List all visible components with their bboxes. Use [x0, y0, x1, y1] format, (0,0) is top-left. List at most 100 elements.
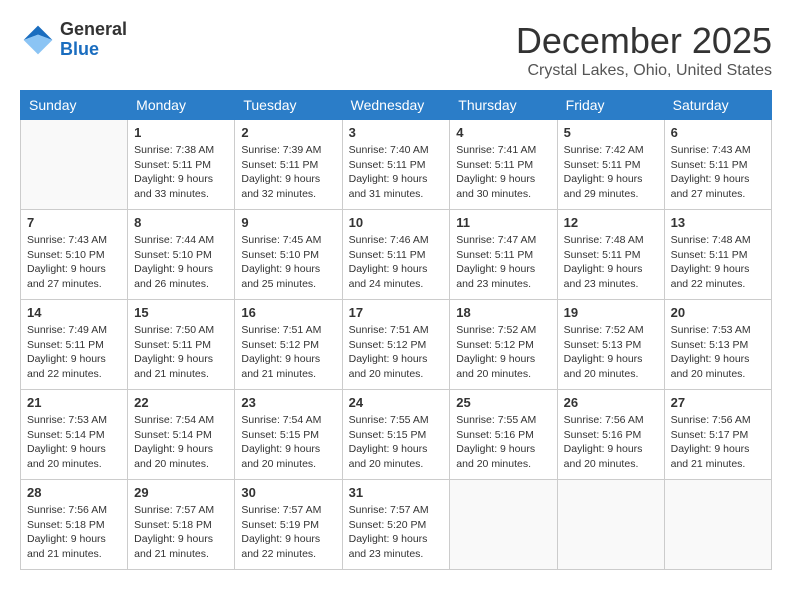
weekday-header: Monday: [128, 91, 235, 120]
day-number: 7: [27, 215, 121, 230]
calendar-cell: 15 Sunrise: 7:50 AM Sunset: 5:11 PM Dayli…: [128, 300, 235, 390]
day-info: Sunrise: 7:48 AM Sunset: 5:11 PM Dayligh…: [564, 233, 658, 292]
day-number: 21: [27, 395, 121, 410]
day-number: 11: [456, 215, 550, 230]
day-info: Sunrise: 7:46 AM Sunset: 5:11 PM Dayligh…: [349, 233, 444, 292]
calendar-cell: [21, 120, 128, 210]
weekday-header: Friday: [557, 91, 664, 120]
calendar-cell: 17 Sunrise: 7:51 AM Sunset: 5:12 PM Dayli…: [342, 300, 450, 390]
calendar-cell: 13 Sunrise: 7:48 AM Sunset: 5:11 PM Dayli…: [664, 210, 771, 300]
calendar-body: 1Sunrise: 7:38 AM Sunset: 5:11 PM Daylig…: [21, 120, 772, 570]
day-number: 29: [134, 485, 228, 500]
month-title: December 2025: [516, 20, 772, 62]
day-info: Sunrise: 7:51 AM Sunset: 5:12 PM Dayligh…: [349, 323, 444, 382]
day-number: 9: [241, 215, 335, 230]
calendar-cell: 5 Sunrise: 7:42 AM Sunset: 5:11 PM Daylig…: [557, 120, 664, 210]
calendar-cell: 12 Sunrise: 7:48 AM Sunset: 5:11 PM Dayli…: [557, 210, 664, 300]
day-number: 10: [349, 215, 444, 230]
day-number: 24: [349, 395, 444, 410]
calendar-cell: 30 Sunrise: 7:57 AM Sunset: 5:19 PM Dayli…: [235, 480, 342, 570]
calendar-cell: 31 Sunrise: 7:57 AM Sunset: 5:20 PM Dayli…: [342, 480, 450, 570]
day-number: 16: [241, 305, 335, 320]
day-number: 4: [456, 125, 550, 140]
weekday-header: Wednesday: [342, 91, 450, 120]
day-number: 2: [241, 125, 335, 140]
day-info: Sunrise: 7:40 AM Sunset: 5:11 PM Dayligh…: [349, 143, 444, 202]
day-info: Sunrise: 7:43 AM Sunset: 5:10 PM Dayligh…: [27, 233, 121, 292]
day-info: Sunrise: 7:56 AM Sunset: 5:17 PM Dayligh…: [671, 413, 765, 472]
day-number: 19: [564, 305, 658, 320]
calendar-cell: 22Sunrise: 7:54 AM Sunset: 5:14 PM Dayli…: [128, 390, 235, 480]
calendar-cell: 21 Sunrise: 7:53 AM Sunset: 5:14 PM Dayli…: [21, 390, 128, 480]
calendar-cell: 16 Sunrise: 7:51 AM Sunset: 5:12 PM Dayli…: [235, 300, 342, 390]
day-info: Sunrise: 7:53 AM Sunset: 5:14 PM Dayligh…: [27, 413, 121, 472]
day-number: 26: [564, 395, 658, 410]
day-info: Sunrise: 7:48 AM Sunset: 5:11 PM Dayligh…: [671, 233, 765, 292]
logo-blue: Blue: [60, 40, 127, 60]
day-info: Sunrise: 7:45 AM Sunset: 5:10 PM Dayligh…: [241, 233, 335, 292]
day-info: Sunrise: 7:57 AM Sunset: 5:19 PM Dayligh…: [241, 503, 335, 562]
day-number: 30: [241, 485, 335, 500]
day-info: Sunrise: 7:43 AM Sunset: 5:11 PM Dayligh…: [671, 143, 765, 202]
day-number: 17: [349, 305, 444, 320]
day-info: Sunrise: 7:50 AM Sunset: 5:11 PM Dayligh…: [134, 323, 228, 382]
calendar-cell: 2Sunrise: 7:39 AM Sunset: 5:11 PM Daylig…: [235, 120, 342, 210]
calendar-cell: 4Sunrise: 7:41 AM Sunset: 5:11 PM Daylig…: [450, 120, 557, 210]
day-number: 31: [349, 485, 444, 500]
day-number: 5: [564, 125, 658, 140]
calendar-cell: [557, 480, 664, 570]
day-info: Sunrise: 7:42 AM Sunset: 5:11 PM Dayligh…: [564, 143, 658, 202]
day-info: Sunrise: 7:57 AM Sunset: 5:20 PM Dayligh…: [349, 503, 444, 562]
calendar-cell: 26 Sunrise: 7:56 AM Sunset: 5:16 PM Dayli…: [557, 390, 664, 480]
page-header: General Blue December 2025 Crystal Lakes…: [20, 20, 772, 80]
calendar-cell: 27 Sunrise: 7:56 AM Sunset: 5:17 PM Dayli…: [664, 390, 771, 480]
day-info: Sunrise: 7:57 AM Sunset: 5:18 PM Dayligh…: [134, 503, 228, 562]
calendar-cell: 1Sunrise: 7:38 AM Sunset: 5:11 PM Daylig…: [128, 120, 235, 210]
logo-icon: [20, 22, 56, 58]
calendar-week-row: 1Sunrise: 7:38 AM Sunset: 5:11 PM Daylig…: [21, 120, 772, 210]
day-info: Sunrise: 7:56 AM Sunset: 5:18 PM Dayligh…: [27, 503, 121, 562]
day-info: Sunrise: 7:51 AM Sunset: 5:12 PM Dayligh…: [241, 323, 335, 382]
day-info: Sunrise: 7:55 AM Sunset: 5:16 PM Dayligh…: [456, 413, 550, 472]
weekday-header: Tuesday: [235, 91, 342, 120]
day-number: 23: [241, 395, 335, 410]
calendar-cell: [664, 480, 771, 570]
calendar-cell: 7 Sunrise: 7:43 AM Sunset: 5:10 PM Daylig…: [21, 210, 128, 300]
day-number: 15: [134, 305, 228, 320]
calendar-cell: 23Sunrise: 7:54 AM Sunset: 5:15 PM Dayli…: [235, 390, 342, 480]
day-number: 3: [349, 125, 444, 140]
calendar-cell: 14 Sunrise: 7:49 AM Sunset: 5:11 PM Dayli…: [21, 300, 128, 390]
calendar-cell: 19 Sunrise: 7:52 AM Sunset: 5:13 PM Dayli…: [557, 300, 664, 390]
day-number: 25: [456, 395, 550, 410]
weekday-header: Sunday: [21, 91, 128, 120]
day-info: Sunrise: 7:56 AM Sunset: 5:16 PM Dayligh…: [564, 413, 658, 472]
day-number: 12: [564, 215, 658, 230]
day-number: 8: [134, 215, 228, 230]
day-info: Sunrise: 7:54 AM Sunset: 5:14 PM Dayligh…: [134, 413, 228, 472]
calendar-cell: 20 Sunrise: 7:53 AM Sunset: 5:13 PM Dayli…: [664, 300, 771, 390]
calendar-header: SundayMondayTuesdayWednesdayThursdayFrid…: [21, 91, 772, 120]
day-info: Sunrise: 7:52 AM Sunset: 5:13 PM Dayligh…: [564, 323, 658, 382]
calendar-week-row: 14 Sunrise: 7:49 AM Sunset: 5:11 PM Dayli…: [21, 300, 772, 390]
day-info: Sunrise: 7:38 AM Sunset: 5:11 PM Dayligh…: [134, 143, 228, 202]
logo-general: General: [60, 20, 127, 40]
title-block: December 2025 Crystal Lakes, Ohio, Unite…: [516, 20, 772, 80]
calendar-week-row: 7 Sunrise: 7:43 AM Sunset: 5:10 PM Daylig…: [21, 210, 772, 300]
day-number: 20: [671, 305, 765, 320]
weekday-header-row: SundayMondayTuesdayWednesdayThursdayFrid…: [21, 91, 772, 120]
calendar-cell: 9 Sunrise: 7:45 AM Sunset: 5:10 PM Daylig…: [235, 210, 342, 300]
day-number: 18: [456, 305, 550, 320]
day-number: 6: [671, 125, 765, 140]
calendar-cell: 8Sunrise: 7:44 AM Sunset: 5:10 PM Daylig…: [128, 210, 235, 300]
day-info: Sunrise: 7:47 AM Sunset: 5:11 PM Dayligh…: [456, 233, 550, 292]
day-number: 13: [671, 215, 765, 230]
day-number: 14: [27, 305, 121, 320]
calendar-cell: 3 Sunrise: 7:40 AM Sunset: 5:11 PM Daylig…: [342, 120, 450, 210]
day-info: Sunrise: 7:49 AM Sunset: 5:11 PM Dayligh…: [27, 323, 121, 382]
calendar: SundayMondayTuesdayWednesdayThursdayFrid…: [20, 90, 772, 570]
day-number: 27: [671, 395, 765, 410]
day-info: Sunrise: 7:52 AM Sunset: 5:12 PM Dayligh…: [456, 323, 550, 382]
calendar-cell: 18 Sunrise: 7:52 AM Sunset: 5:12 PM Dayli…: [450, 300, 557, 390]
day-info: Sunrise: 7:53 AM Sunset: 5:13 PM Dayligh…: [671, 323, 765, 382]
calendar-cell: [450, 480, 557, 570]
